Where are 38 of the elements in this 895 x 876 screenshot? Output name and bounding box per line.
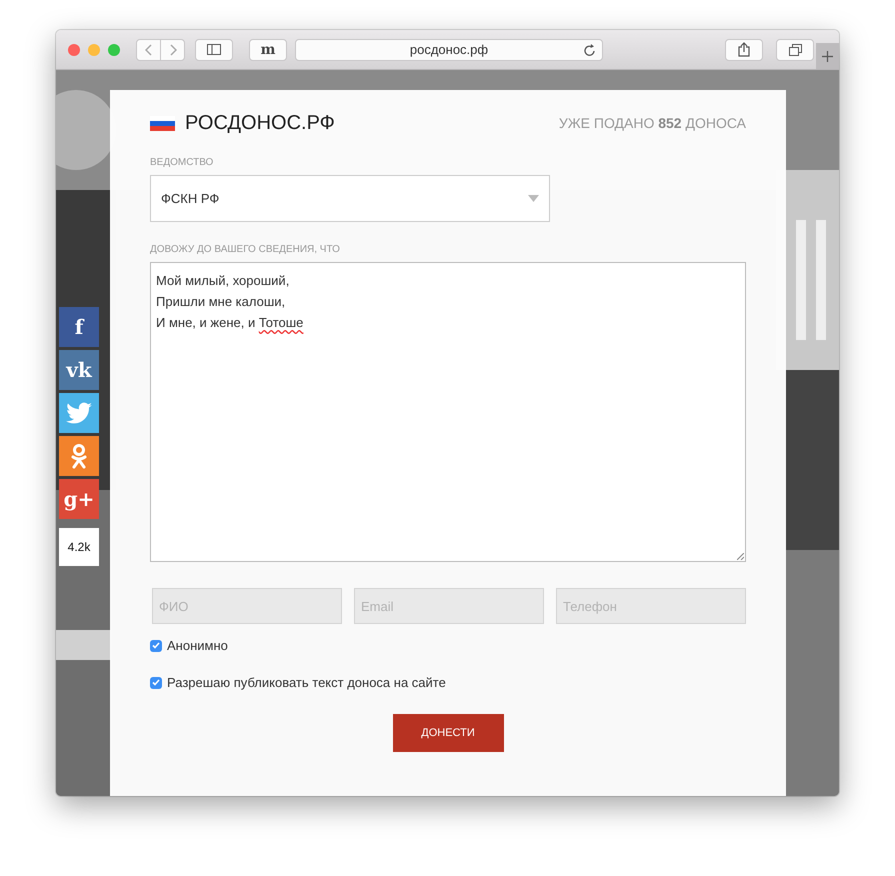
site-title: РОСДОНОС.РФ bbox=[185, 112, 335, 134]
new-tab-button[interactable] bbox=[816, 43, 839, 69]
sidebar-icon bbox=[207, 44, 221, 55]
address-bar[interactable]: росдонос.рф bbox=[295, 38, 603, 60]
share-link[interactable]: f bbox=[59, 307, 99, 347]
forward-button[interactable] bbox=[160, 38, 185, 60]
share-icon bbox=[738, 42, 750, 57]
zoom-window-button[interactable] bbox=[108, 44, 120, 56]
submit-button[interactable]: ДОНЕСТИ bbox=[392, 714, 504, 752]
report-counter: УЖЕ ПОДАНО 852 ДОНОСА bbox=[558, 115, 746, 131]
bird-icon bbox=[66, 402, 92, 424]
tabs-icon bbox=[788, 44, 802, 56]
message-textarea[interactable]: Мой милый, хороший, Пришли мне калоши, И мне, и жене, и Тотоше bbox=[150, 262, 746, 562]
plus-icon bbox=[822, 50, 833, 62]
dropdown-arrow-icon bbox=[528, 195, 539, 202]
share-link[interactable] bbox=[59, 436, 99, 476]
extension-button[interactable]: m bbox=[249, 38, 287, 60]
back-icon bbox=[144, 44, 152, 56]
field-label: ДОВОЖУ ДО ВАШЕГО СВЕДЕНИЯ, ЧТО bbox=[150, 244, 341, 255]
back-button[interactable] bbox=[136, 38, 161, 60]
sidebar-button[interactable] bbox=[195, 38, 233, 60]
forward-icon bbox=[168, 44, 176, 56]
field-label: ВЕДОМСТВО bbox=[150, 157, 214, 168]
reload-icon[interactable] bbox=[584, 44, 596, 56]
share-link[interactable] bbox=[59, 393, 99, 433]
checkbox[interactable] bbox=[150, 676, 162, 688]
figure-icon bbox=[70, 443, 88, 469]
share-link[interactable]: vk bbox=[59, 350, 99, 390]
checkbox-label: Анонимно bbox=[167, 638, 228, 653]
agency-dropdown[interactable]: ФСКН РФ bbox=[150, 175, 550, 222]
checkbox[interactable] bbox=[150, 640, 162, 652]
resize-handle-icon[interactable] bbox=[737, 553, 744, 560]
share-link[interactable]: g+ bbox=[59, 479, 99, 519]
checkbox-label: Разрешаю публиковать текст доноса на сайте bbox=[167, 675, 446, 690]
close-window-button[interactable] bbox=[68, 44, 80, 56]
share-button[interactable] bbox=[725, 38, 763, 60]
share-count: 4.2k bbox=[59, 528, 99, 566]
tabs-button[interactable] bbox=[776, 38, 814, 60]
